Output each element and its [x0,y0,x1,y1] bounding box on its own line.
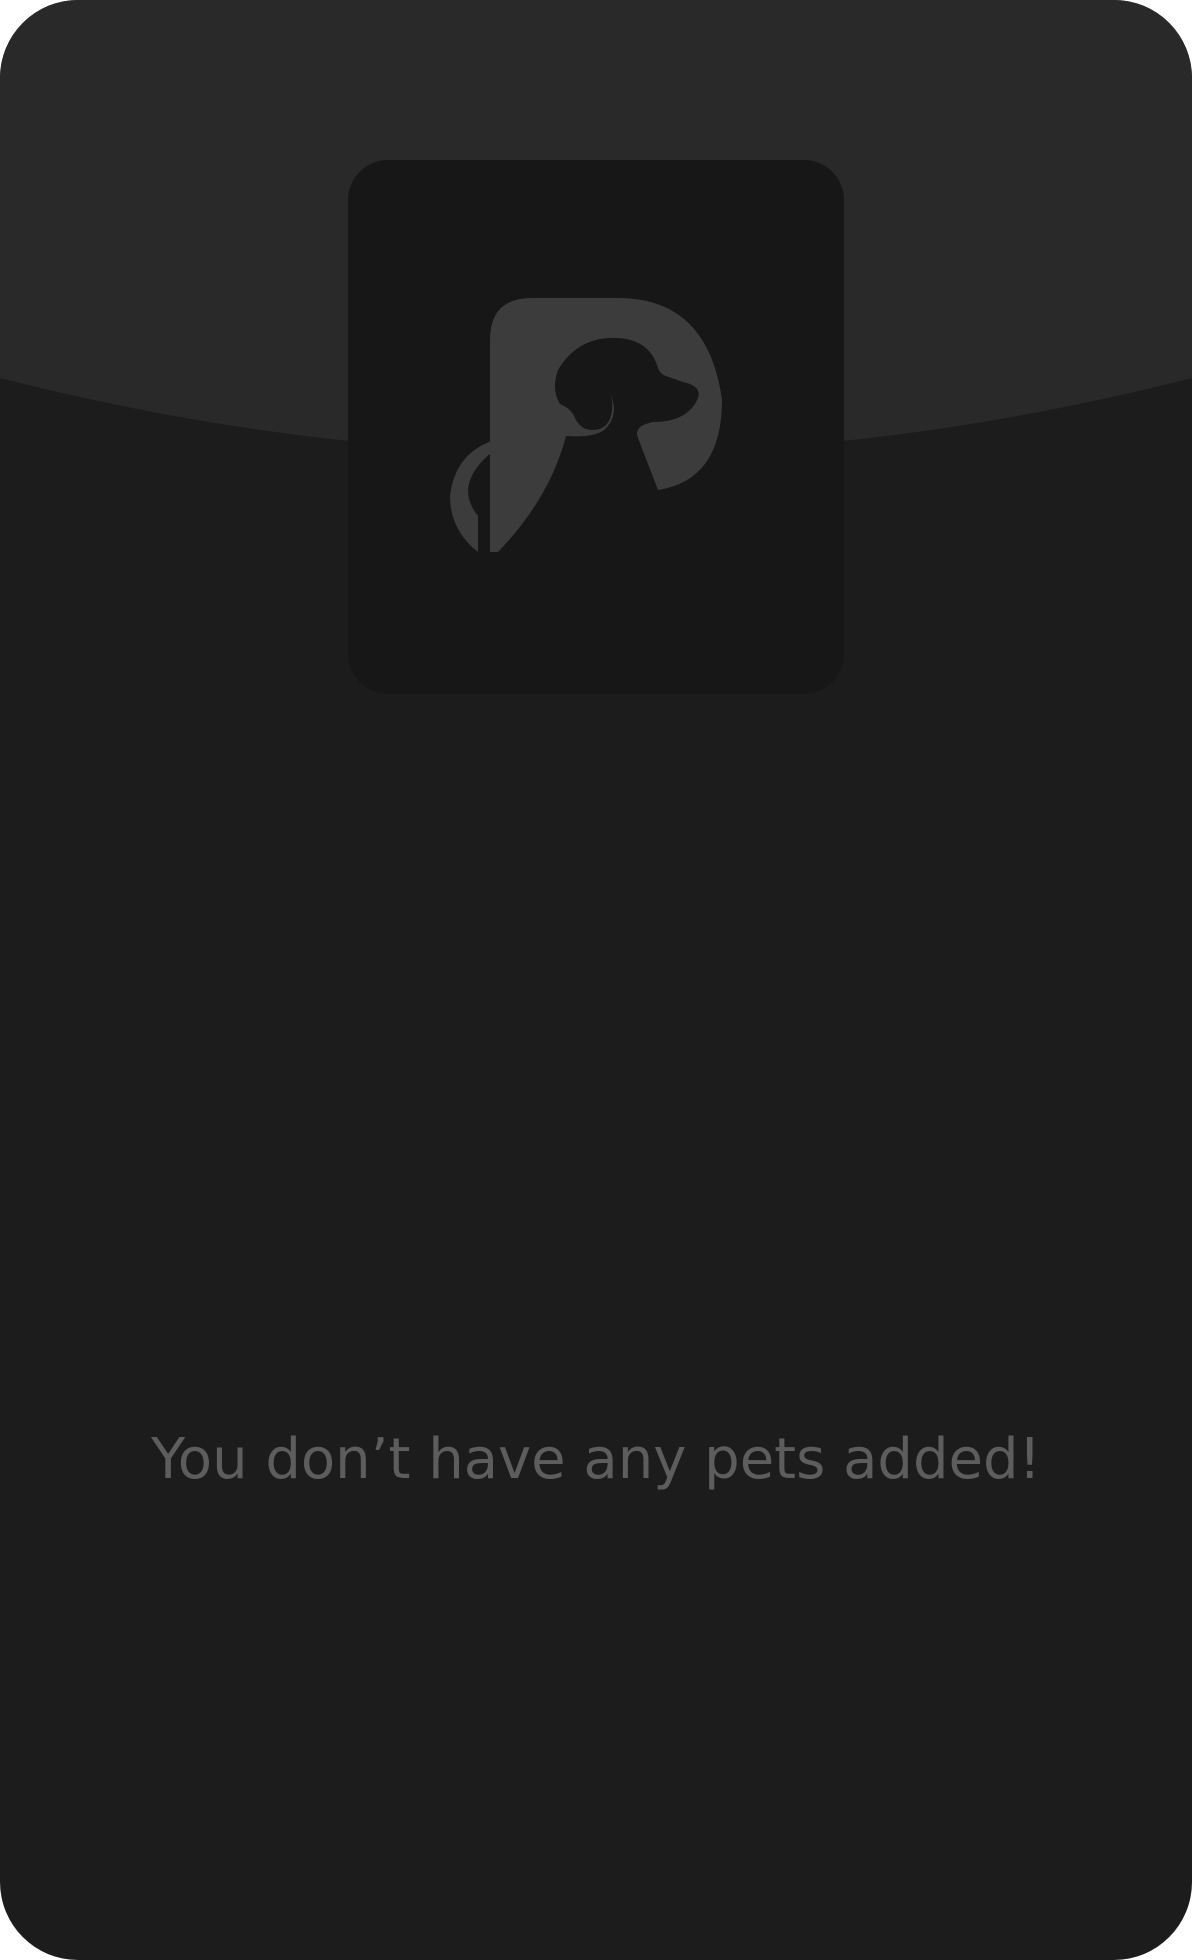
pets-card: You don’t have any pets added! [0,0,1192,1960]
dog-logo-icon [450,298,722,552]
empty-pets-message: You don’t have any pets added! [151,1427,1041,1492]
pet-photo-placeholder[interactable] [348,160,844,694]
